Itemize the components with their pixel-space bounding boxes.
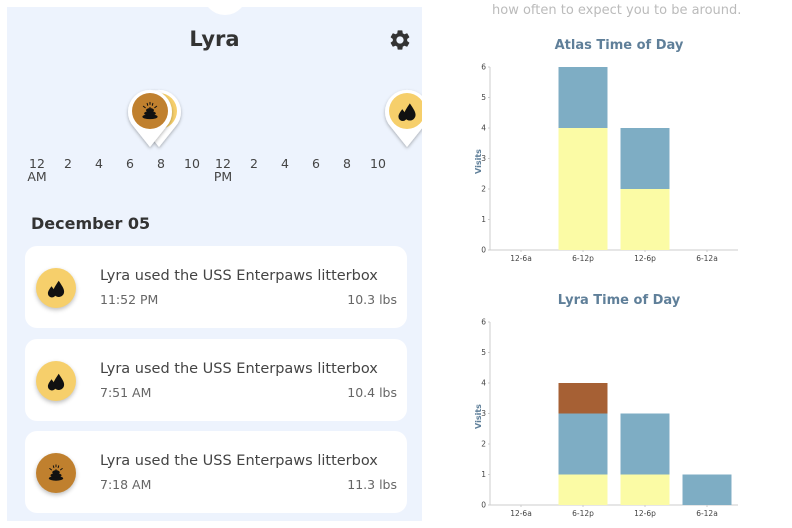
y-tick-label: 0 bbox=[481, 246, 486, 255]
tick-hour: 2 bbox=[64, 156, 72, 171]
day-timeline: 12 AM 2 4 6 8 10 12 PM 2 4 6 8 10 bbox=[7, 87, 422, 197]
droplets-icon bbox=[47, 280, 65, 298]
activity-card[interactable]: Lyra used the USS Enterpaws litterbox 7:5… bbox=[25, 339, 407, 421]
bar-segment-blue bbox=[682, 474, 732, 505]
x-tick-label: 6-12p bbox=[572, 254, 594, 263]
y-tick-label: 6 bbox=[481, 318, 486, 327]
chart-title-lyra: Lyra Time of Day bbox=[557, 293, 681, 308]
y-tick-label: 5 bbox=[481, 348, 486, 357]
timeline-tick-label: 6 bbox=[115, 157, 145, 170]
event-type-badge bbox=[36, 268, 76, 308]
tick-hour: 6 bbox=[312, 156, 320, 171]
y-tick-label: 1 bbox=[481, 215, 486, 224]
gear-icon[interactable] bbox=[388, 28, 412, 52]
date-heading: December 05 bbox=[31, 214, 151, 233]
y-tick-label: 1 bbox=[481, 470, 486, 479]
event-type-badge bbox=[36, 453, 76, 493]
event-message: Lyra used the USS Enterpaws litterbox bbox=[100, 268, 378, 284]
x-tick-label: 12-6a bbox=[510, 509, 532, 518]
timeline-tick-label: 2 bbox=[53, 157, 83, 170]
event-weight: 11.3 lbs bbox=[347, 477, 397, 492]
bar-segment-yellow bbox=[620, 474, 670, 505]
tick-hour: 10 bbox=[184, 156, 200, 171]
bar-segment-yellow bbox=[620, 189, 670, 250]
event-time: 11:52 PM bbox=[100, 292, 159, 307]
activity-card[interactable]: Lyra used the USS Enterpaws litterbox 11:… bbox=[25, 246, 407, 328]
timeline-tick-label: 8 bbox=[146, 157, 176, 170]
x-tick-label: 6-12p bbox=[572, 509, 594, 518]
tick-meridiem: AM bbox=[27, 169, 47, 184]
page-title: Lyra bbox=[189, 27, 240, 51]
timeline-tick-label: 8 bbox=[332, 157, 362, 170]
tick-hour: 6 bbox=[126, 156, 134, 171]
tick-hour: 4 bbox=[281, 156, 289, 171]
intro-text: how often to expect you to be around. bbox=[492, 3, 742, 18]
bar-segment-yellow bbox=[558, 474, 608, 505]
timeline-pin[interactable] bbox=[381, 87, 422, 149]
y-tick-label: 5 bbox=[481, 93, 486, 102]
timeline-tick-label: 2 bbox=[239, 157, 269, 170]
bar-segment-brown bbox=[558, 383, 608, 414]
timeline-tick-label: 4 bbox=[270, 157, 300, 170]
event-time: 7:51 AM bbox=[100, 385, 152, 400]
timeline-pin[interactable] bbox=[124, 87, 176, 149]
event-message: Lyra used the USS Enterpaws litterbox bbox=[100, 453, 378, 469]
event-weight: 10.3 lbs bbox=[347, 292, 397, 307]
bar-segment-blue bbox=[558, 413, 608, 475]
y-tick-label: 6 bbox=[481, 63, 486, 72]
timeline-tick-label: 12 PM bbox=[208, 157, 238, 183]
lyra-time-of-day-chart: 0123456Visits12-6a 6-12p 12-6p 6-12a bbox=[474, 318, 738, 518]
event-message: Lyra used the USS Enterpaws litterbox bbox=[100, 361, 378, 377]
event-time: 7:18 AM bbox=[100, 477, 152, 492]
tick-hour: 8 bbox=[343, 156, 351, 171]
bar-segment-yellow bbox=[558, 128, 608, 250]
tick-meridiem: PM bbox=[213, 169, 233, 184]
x-tick-label: 6-12a bbox=[696, 509, 718, 518]
y-tick-label: 4 bbox=[481, 124, 486, 133]
x-tick-label: 6-12a bbox=[696, 254, 718, 263]
timeline-tick-label: 6 bbox=[301, 157, 331, 170]
tick-hour: 8 bbox=[157, 156, 165, 171]
tick-hour: 10 bbox=[370, 156, 386, 171]
y-tick-label: 0 bbox=[481, 501, 486, 510]
poop-icon bbox=[48, 464, 64, 481]
x-tick-label: 12-6p bbox=[634, 254, 656, 263]
x-tick-label: 12-6a bbox=[510, 254, 532, 263]
y-tick-label: 4 bbox=[481, 379, 486, 388]
y-axis-label: Visits bbox=[474, 404, 483, 429]
x-tick-label: 12-6p bbox=[634, 509, 656, 518]
timeline-tick-label: 10 bbox=[363, 157, 393, 170]
droplets-icon bbox=[47, 373, 65, 391]
y-tick-label: 2 bbox=[481, 185, 486, 194]
timeline-tick-label: 12 AM bbox=[22, 157, 52, 183]
y-tick-label: 2 bbox=[481, 440, 486, 449]
bar-segment-blue bbox=[620, 128, 670, 189]
y-axis-label: Visits bbox=[474, 149, 483, 174]
event-type-badge bbox=[36, 361, 76, 401]
bar-segment-blue bbox=[620, 413, 670, 475]
timeline-tick-label: 10 bbox=[177, 157, 207, 170]
chart-title-atlas: Atlas Time of Day bbox=[554, 38, 684, 53]
tick-hour: 4 bbox=[95, 156, 103, 171]
tick-hour: 2 bbox=[250, 156, 258, 171]
activity-card[interactable]: Lyra used the USS Enterpaws litterbox 7:1… bbox=[25, 431, 407, 513]
event-weight: 10.4 lbs bbox=[347, 385, 397, 400]
top-notch bbox=[203, 7, 247, 15]
atlas-time-of-day-chart: 0123456Visits12-6a 6-12p 12-6p 6-12a bbox=[474, 63, 738, 263]
pet-detail-panel: Lyra 12 AM 2 4 6 8 10 12 PM 2 4 6 8 10 December 05 Ly… bbox=[7, 7, 422, 521]
bar-segment-blue bbox=[558, 67, 608, 128]
timeline-tick-label: 4 bbox=[84, 157, 114, 170]
